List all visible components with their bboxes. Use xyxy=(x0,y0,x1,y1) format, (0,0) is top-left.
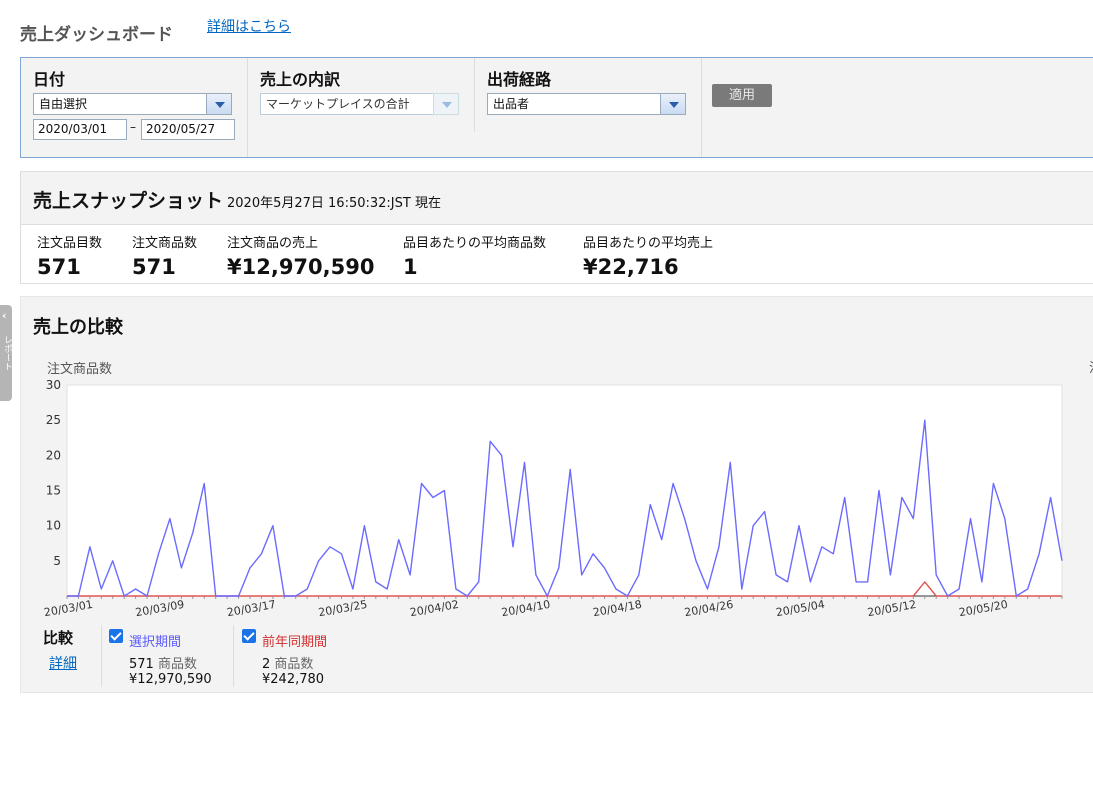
legend-previous-year-name: 前年同期間 xyxy=(262,635,328,650)
metric-value: ¥22,716 xyxy=(583,255,679,279)
metric-label: 注文品目数 xyxy=(37,236,103,251)
x-tick-label: 20/04/26 xyxy=(683,598,734,619)
legend-selected-period-units: 571 商品数 xyxy=(129,653,197,672)
report-side-tab[interactable]: ‹ レポート xyxy=(0,305,12,401)
legend-previous-year-units: 2 商品数 xyxy=(262,653,313,672)
breakdown-value: マーケットプレイスの合計 xyxy=(266,97,410,111)
x-tick-label: 20/03/17 xyxy=(226,598,277,619)
breakdown-select[interactable]: マーケットプレイスの合計 xyxy=(260,93,459,115)
divider xyxy=(701,58,702,157)
metric-order-items: 注文品目数 571 xyxy=(37,232,102,279)
units-suffix: 商品数 xyxy=(274,657,314,672)
chevron-down-icon[interactable] xyxy=(206,93,232,115)
metric-units-ordered: 注文商品数 571 xyxy=(132,232,197,279)
legend-selected-period-name: 選択期間 xyxy=(129,635,182,650)
checkbox-selected-period[interactable] xyxy=(109,629,123,643)
chart-gridlines xyxy=(66,384,1063,597)
y-tick-label: 30 xyxy=(46,378,61,392)
details-link[interactable]: 詳細はこちら xyxy=(207,16,291,36)
x-tick-label: 20/05/12 xyxy=(866,598,917,619)
x-tick-label: 20/03/01 xyxy=(43,598,94,619)
metric-value: 571 xyxy=(132,255,176,279)
sales-comparison-panel: 売上の比較 注文商品数 注 5101520253020/03/0120/03/0… xyxy=(20,296,1093,693)
units-suffix: 商品数 xyxy=(157,657,197,672)
x-tick-label: 20/03/25 xyxy=(317,598,368,619)
metric-ordered-sales: 注文商品の売上 ¥12,970,590 xyxy=(227,232,374,279)
apply-button[interactable]: 適用 xyxy=(712,84,772,107)
metric-avg-sales: 品目あたりの平均売上 ¥22,716 xyxy=(583,232,713,279)
channel-label: 出荷経路 xyxy=(487,70,552,89)
y-tick-label: 5 xyxy=(53,554,61,568)
metric-label: 注文商品の売上 xyxy=(227,236,319,251)
date-from-field[interactable]: 2020/03/01 xyxy=(33,119,127,140)
date-label: 日付 xyxy=(33,70,66,89)
channel-select[interactable]: 出品者 xyxy=(487,93,686,115)
x-tick-label: 20/05/04 xyxy=(775,598,826,619)
metric-label: 注文商品数 xyxy=(132,236,198,251)
date-separator: – xyxy=(130,120,136,134)
metric-value: 571 xyxy=(37,255,81,279)
x-tick-label: 20/04/02 xyxy=(409,598,460,619)
snapshot-header: 売上スナップショット 2020年5月27日 16:50:32:JST 現在 xyxy=(21,172,1093,225)
chevron-left-icon: ‹ xyxy=(2,309,7,322)
metric-label: 品目あたりの平均売上 xyxy=(583,236,714,251)
metric-label: 品目あたりの平均商品数 xyxy=(403,236,547,251)
legend-selected-period-sales: ¥12,970,590 xyxy=(129,672,212,687)
y-tick-label: 10 xyxy=(46,519,61,533)
date-to-field[interactable]: 2020/05/27 xyxy=(141,119,235,140)
x-tick-label: 20/03/09 xyxy=(134,598,185,619)
x-tick-label: 20/04/10 xyxy=(500,598,551,619)
x-tick-label: 20/05/20 xyxy=(958,598,1009,619)
filter-panel: 日付 自由選択 2020/03/01 – 2020/05/27 売上の内訳 マー… xyxy=(20,57,1093,158)
date-mode-select[interactable]: 自由選択 xyxy=(33,93,232,115)
y-tick-label: 15 xyxy=(46,484,61,498)
metric-value: ¥12,970,590 xyxy=(227,255,375,279)
chevron-down-icon[interactable] xyxy=(660,93,686,115)
divider xyxy=(101,625,102,687)
channel-filter: 出荷経路 出品者 xyxy=(475,58,701,157)
x-tick-label: 20/04/18 xyxy=(592,598,643,619)
checkbox-previous-year[interactable] xyxy=(242,629,256,643)
snapshot-title: 売上スナップショット xyxy=(33,190,224,212)
page-title: 売上ダッシュボード xyxy=(20,25,173,45)
snapshot-timestamp: 2020年5月27日 16:50:32:JST 現在 xyxy=(227,196,441,211)
chevron-down-icon[interactable] xyxy=(433,93,459,115)
comparison-details-link[interactable]: 詳細 xyxy=(49,653,77,673)
y-tick-label: 20 xyxy=(46,448,61,462)
legend-previous-year-sales: ¥242,780 xyxy=(262,672,325,687)
metric-avg-units: 品目あたりの平均商品数 1 xyxy=(403,232,546,279)
side-tab-label: レポート xyxy=(2,335,12,371)
date-mode-value: 自由選択 xyxy=(39,97,88,111)
units-value: 571 xyxy=(129,657,154,672)
channel-value: 出品者 xyxy=(493,97,530,111)
date-filter: 日付 自由選択 2020/03/01 – 2020/05/27 xyxy=(21,58,247,157)
legend-label: 比較 xyxy=(43,629,74,647)
divider xyxy=(233,625,234,687)
units-line-chart: 5 10 15 20 25 30 20/03/01 20/03/09 20/03/17 20/03… xyxy=(43,378,1063,619)
units-value: 2 xyxy=(262,657,271,672)
breakdown-filter: 売上の内訳 マーケットプレイスの合計 xyxy=(248,58,474,157)
plot-area xyxy=(66,384,1063,597)
sales-snapshot-panel: 売上スナップショット 2020年5月27日 16:50:32:JST 現在 注文… xyxy=(20,171,1093,284)
breakdown-label: 売上の内訳 xyxy=(260,70,341,89)
y-tick-label: 25 xyxy=(46,413,61,427)
metric-value: 1 xyxy=(403,255,418,279)
